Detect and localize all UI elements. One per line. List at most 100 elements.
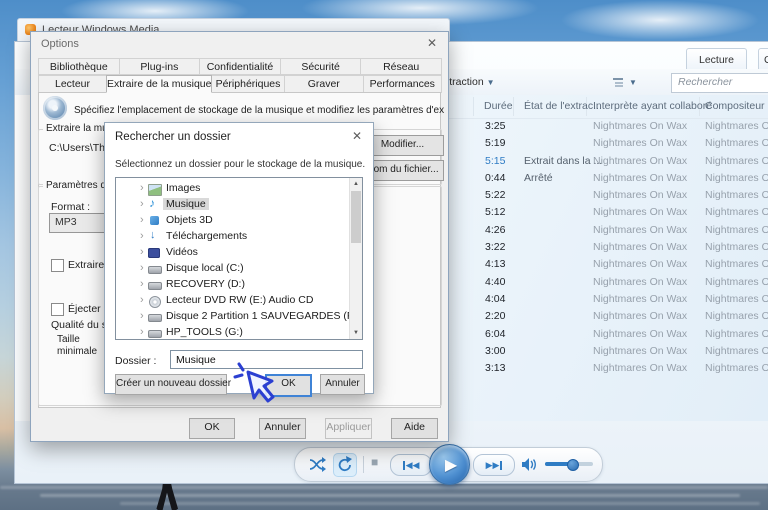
rip-automatically-checkbox[interactable] [51,259,64,272]
tab-graver[interactable]: Graver [758,48,768,70]
close-icon[interactable]: ✕ [352,129,362,143]
column-header-duration[interactable]: Durée [484,100,513,112]
expand-chevron-icon[interactable]: › [140,182,144,194]
table-row[interactable]: 4:13 Nightmares On Wax Nightmares On Wax [449,256,768,273]
tree-item-lecteur-dvd-rw-e-audio-cd[interactable]: › Lecteur DVD RW (E:) Audio CD [116,293,362,309]
volume-icon[interactable] [521,457,538,472]
volume-slider[interactable] [545,459,593,471]
column-header-composer[interactable]: Compositeur [705,100,765,112]
desktop: { "wmp": { "window_title": "Lecteur Wind… [0,0,768,510]
scroll-down-icon[interactable]: ▼ [350,327,362,339]
column-header-rip-status[interactable]: État de l'extrac... [524,100,602,112]
table-row[interactable]: 5:22 Nightmares On Wax Nightmares On Wax [449,187,768,204]
table-row[interactable]: 4:40 Nightmares On Wax Nightmares On Wax [449,274,768,291]
tab-p-riph-riques[interactable]: Périphériques [211,75,285,93]
scroll-up-icon[interactable]: ▲ [350,178,362,190]
tree-item-hp-tools-g[interactable]: › HP_TOOLS (G:) [116,325,362,339]
tree-item-label: Objets 3D [166,214,213,226]
expand-chevron-icon[interactable]: › [140,246,144,258]
tab-plug-ins[interactable]: Plug-ins [118,58,201,75]
tab-lecture[interactable]: Lecture [686,48,748,70]
table-row[interactable]: 5:19 Nightmares On Wax Nightmares On Wax [449,135,768,152]
pictures-icon [148,184,162,196]
tree-item-label: RECOVERY (D:) [166,278,245,290]
scrollbar-thumb[interactable] [351,191,361,243]
shuffle-icon[interactable] [309,457,326,472]
cell-contributing-artist: Nightmares On Wax [593,154,688,167]
expand-chevron-icon[interactable]: › [140,230,144,242]
expand-chevron-icon[interactable]: › [140,294,144,306]
close-icon[interactable]: ✕ [427,36,437,50]
cell-composer: Nightmares On Wax [705,120,768,132]
options-cancel-button[interactable]: Annuler [259,418,306,439]
tree-item-recovery-d[interactable]: › RECOVERY (D:) [116,277,362,293]
options-apply-button[interactable]: Appliquer [325,418,372,439]
tab-biblioth-que[interactable]: Bibliothèque [38,58,120,75]
expand-chevron-icon[interactable]: › [140,278,144,290]
expand-chevron-icon[interactable]: › [140,262,144,274]
previous-button[interactable]: ◀◀ [390,454,432,476]
repeat-icon[interactable] [333,453,357,477]
cell-duration: 3:25 [485,120,506,132]
tab-confidentialit[interactable]: Confidentialité [199,58,281,75]
tab-lecteur[interactable]: Lecteur [38,75,107,93]
expand-chevron-icon[interactable]: › [140,198,144,210]
tree-item-disque-2-partition-1-sauvegardes-f[interactable]: › Disque 2 Partition 1 SAUVEGARDES (F:) [116,309,362,325]
view-options-icon[interactable] [613,78,623,87]
table-row[interactable]: 4:04 Nightmares On Wax Nightmares On Wax [449,291,768,308]
cell-composer: Nightmares On Wax [705,258,768,271]
tree-item-label: Images [166,182,201,194]
tree-item-images[interactable]: › Images [116,181,362,197]
tab-r-seau[interactable]: Réseau [360,58,442,75]
table-row[interactable]: 6:04 Nightmares On Wax Nightmares On Wax [449,326,768,343]
create-new-folder-button[interactable]: Créer un nouveau dossier [115,374,231,395]
cell-contributing-artist: Nightmares On Wax [593,327,688,340]
next-button[interactable]: ▶▶ [473,454,515,476]
format-label: Format : [51,201,91,213]
table-row[interactable]: 3:00 Nightmares On Wax Nightmares On Wax [449,343,768,360]
table-row[interactable]: 4:26 Nightmares On Wax Nightmares On Wax [449,222,768,239]
chevron-down-icon[interactable]: ▼ [629,78,637,87]
drive-icon [148,314,162,322]
tree-item-disque-local-c[interactable]: › Disque local (C:) [116,261,362,277]
tab-extraire-de-la-musique[interactable]: Extraire de la musique [106,75,212,93]
table-row[interactable]: 3:22 Nightmares On Wax Nightmares On Wax [449,239,768,256]
options-tab-row-1: Bibliothèque Plug-ins Confidentialité Sécur… [38,58,442,75]
extraction-settings-menu[interactable]: xtraction ▼ [444,76,495,88]
column-header-contributing-artist[interactable]: Interprète ayant collaboré [593,100,712,112]
table-row[interactable]: 3:13 Nightmares On Wax Nightmares On Wax [449,360,768,377]
search-input[interactable]: Rechercher [671,73,768,93]
i3d-icon [150,216,159,225]
tree-item-objets-3d[interactable]: › Objets 3D [116,213,362,229]
table-row[interactable]: 3:25 Nightmares On Wax Nightmares On Wax [449,118,768,135]
stop-button[interactable]: ■ [371,455,378,469]
expand-chevron-icon[interactable]: › [140,310,144,322]
options-help-button[interactable]: Aide [391,418,438,439]
tree-scrollbar[interactable]: ▲ ▼ [349,178,362,339]
expand-chevron-icon[interactable]: › [140,326,144,338]
tab-graver[interactable]: Graver [284,75,364,93]
tab-performances[interactable]: Performances [362,75,442,93]
tab-s-curit[interactable]: Sécurité [279,58,362,75]
folder-name-value: Musique [176,354,216,366]
folder-ok-button[interactable]: OK [265,374,312,397]
cell-contributing-artist: Nightmares On Wax [593,258,688,271]
tree-item-musique[interactable]: › Musique [116,196,362,213]
music-icon [148,196,160,210]
volume-slider-thumb[interactable] [567,459,579,471]
expand-chevron-icon[interactable]: › [140,214,144,226]
play-button[interactable]: ▶ [429,444,470,485]
eject-cd-checkbox[interactable] [51,303,64,316]
folder-cancel-button[interactable]: Annuler [320,374,365,395]
table-row[interactable]: 5:12 Nightmares On Wax Nightmares On Wax [449,204,768,221]
options-ok-button[interactable]: OK [189,418,235,439]
cell-composer: Nightmares On Wax [705,275,768,288]
folder-name-input[interactable]: Musique [170,350,363,369]
cell-contributing-artist: Nightmares On Wax [593,171,688,184]
table-row[interactable]: 0:44 Arrêté Nightmares On Wax Nightmares On… [449,170,768,187]
tree-item-t-l-chargements[interactable]: › Téléchargements [116,229,362,245]
table-row[interactable]: 5:15 Extrait dans la ... Nightmares On Wax… [449,153,768,170]
table-row[interactable]: 2:20 Nightmares On Wax Nightmares On Wax [449,308,768,325]
browse-folder-prompt: Sélectionnez un dossier pour le stockage… [115,159,366,170]
tree-item-vid-os[interactable]: › Vidéos [116,245,362,261]
